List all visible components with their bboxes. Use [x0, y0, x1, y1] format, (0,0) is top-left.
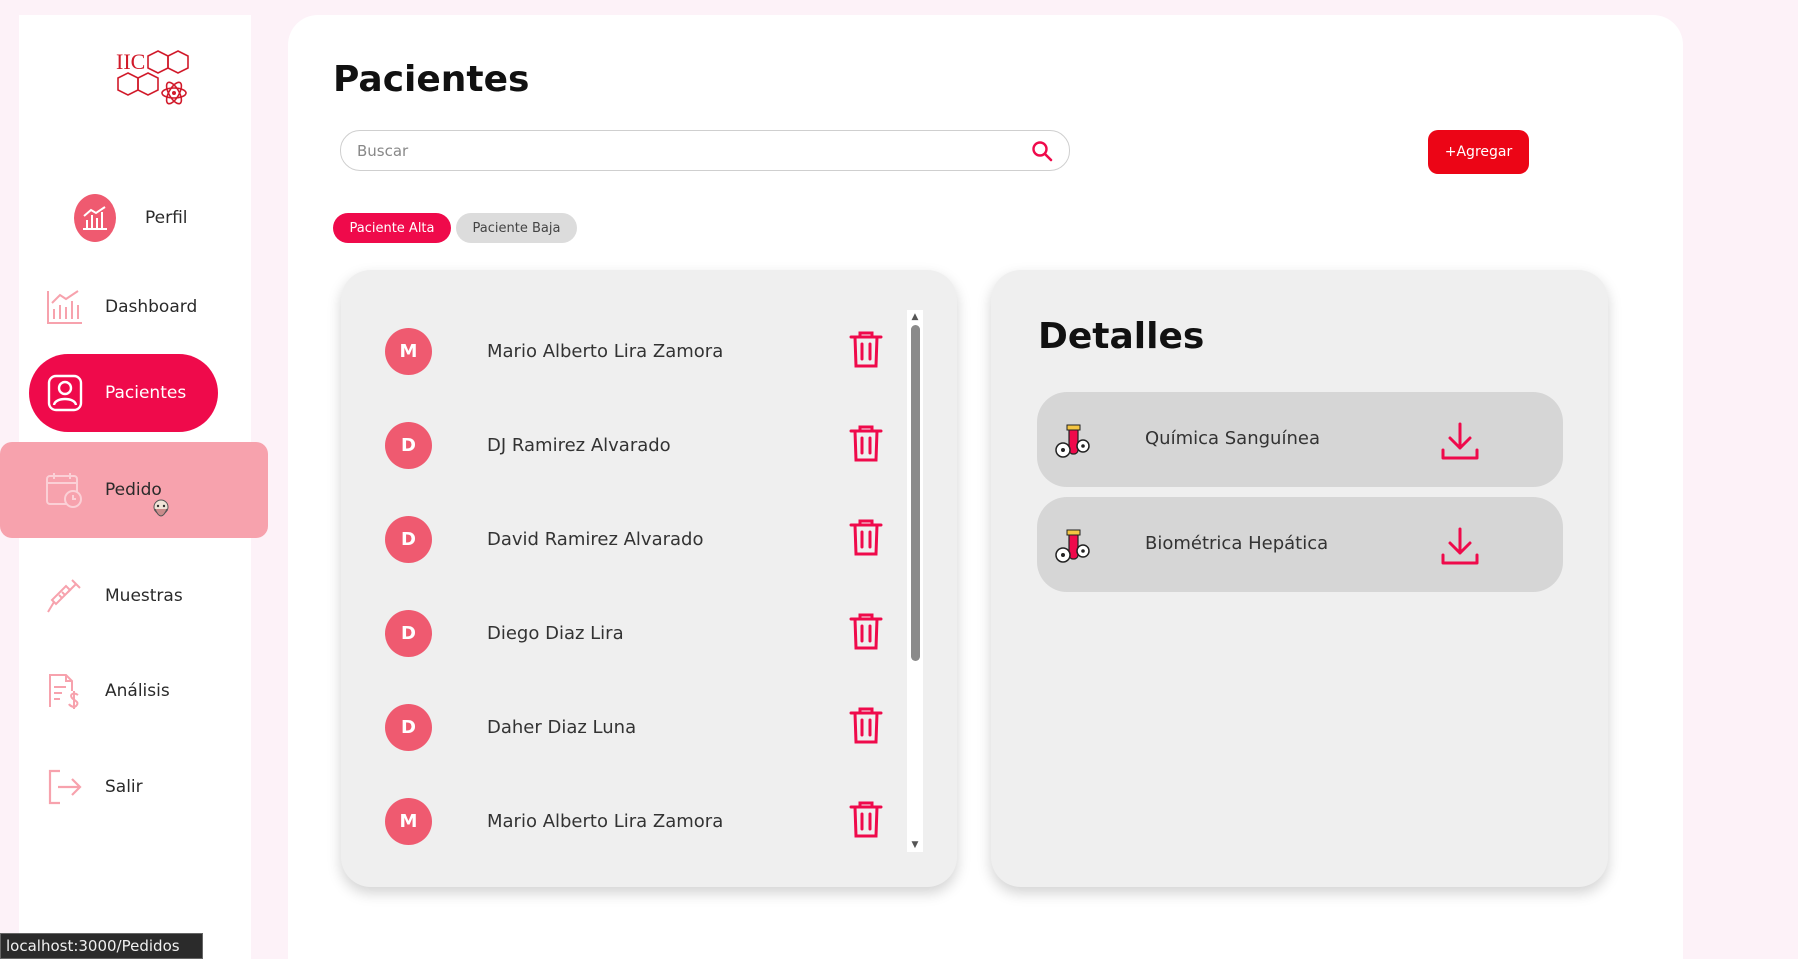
- syringe-icon: [43, 575, 85, 617]
- patient-row[interactable]: D David Ramirez Alvarado: [341, 497, 901, 577]
- patient-row[interactable]: D DJ Ramirez Alvarado: [341, 403, 901, 483]
- sidebar-item-pedido[interactable]: Pedido: [0, 442, 268, 538]
- download-icon[interactable]: [1439, 525, 1481, 567]
- sidebar-item-label: Dashboard: [105, 297, 198, 317]
- patient-name: Mario Alberto Lira Zamora: [487, 341, 724, 362]
- patient-avatar: D: [385, 610, 432, 657]
- search-bar[interactable]: [340, 130, 1070, 171]
- sidebar-item-label: Salir: [105, 777, 143, 797]
- patient-name: Daher Diaz Luna: [487, 717, 637, 738]
- patient-row[interactable]: D Daher Diaz Luna: [341, 685, 901, 765]
- main-panel: Pacientes +Agregar Paciente Alta Pacient…: [288, 15, 1683, 959]
- patient-avatar: D: [385, 422, 432, 469]
- detail-name: Química Sanguínea: [1145, 428, 1320, 449]
- sidebar-item-perfil[interactable]: Perfil: [19, 179, 251, 257]
- logo: IIC: [114, 47, 194, 127]
- patient-name: Diego Diaz Lira: [487, 623, 624, 644]
- sidebar-item-salir[interactable]: Salir: [19, 748, 251, 826]
- patient-row[interactable]: M Mario Alberto Lira Zamora: [341, 309, 901, 389]
- sidebar-item-dashboard[interactable]: Dashboard: [19, 268, 251, 346]
- patient-avatar: M: [385, 798, 432, 845]
- trash-icon[interactable]: [847, 329, 885, 369]
- chart-icon: [43, 286, 85, 328]
- scroll-up-arrow-icon[interactable]: ▲: [910, 312, 920, 322]
- patient-name: DJ Ramirez Alvarado: [487, 435, 671, 456]
- sidebar-item-muestras[interactable]: Muestras: [19, 557, 251, 635]
- calendar-clock-icon: [43, 469, 85, 511]
- trash-icon[interactable]: [847, 611, 885, 651]
- sidebar-item-label: Perfil: [145, 208, 188, 228]
- patient-row[interactable]: M Mario Alberto Lira Zamora: [341, 779, 901, 859]
- scroll-down-arrow-icon[interactable]: ▼: [910, 840, 920, 850]
- details-title: Detalles: [1038, 316, 1205, 357]
- sidebar-item-analisis[interactable]: Análisis: [19, 652, 251, 730]
- search-input[interactable]: [357, 141, 1031, 160]
- detail-name: Biométrica Hepática: [1145, 533, 1329, 554]
- detail-item[interactable]: Biométrica Hepática: [1037, 497, 1563, 592]
- filter-chip-paciente-baja[interactable]: Paciente Baja: [456, 213, 577, 243]
- download-icon[interactable]: [1439, 420, 1481, 462]
- user-card-icon: [44, 372, 86, 414]
- trash-icon[interactable]: [847, 799, 885, 839]
- search-icon[interactable]: [1031, 140, 1053, 162]
- patient-avatar: M: [385, 328, 432, 375]
- sidebar-item-label: Muestras: [105, 586, 183, 606]
- profile-chart-icon: [74, 194, 116, 242]
- scrollbar-thumb[interactable]: [911, 325, 920, 661]
- logout-icon: [43, 766, 85, 808]
- test-tube-icon: [1055, 424, 1090, 458]
- details-panel: Detalles Química Sanguínea Biométrica He…: [991, 270, 1608, 887]
- page-title: Pacientes: [333, 59, 530, 100]
- test-tube-icon: [1055, 529, 1090, 563]
- patient-name: David Ramirez Alvarado: [487, 529, 704, 550]
- sidebar-item-label: Pacientes: [105, 383, 187, 403]
- invoice-dollar-icon: [43, 670, 85, 712]
- svg-text:IIC: IIC: [116, 49, 145, 74]
- sidebar: IIC Perfil Dashboard Pacientes Pedido Mu…: [0, 15, 268, 959]
- sidebar-item-label: Análisis: [105, 681, 170, 701]
- patient-avatar: D: [385, 704, 432, 751]
- detail-item[interactable]: Química Sanguínea: [1037, 392, 1563, 487]
- cursor-icon: [149, 497, 173, 525]
- trash-icon[interactable]: [847, 517, 885, 557]
- status-bar-url: localhost:3000/Pedidos: [0, 933, 203, 959]
- scrollbar[interactable]: ▲ ▼: [907, 310, 923, 852]
- patient-row[interactable]: D Diego Diaz Lira: [341, 591, 901, 671]
- patient-avatar: D: [385, 516, 432, 563]
- trash-icon[interactable]: [847, 705, 885, 745]
- patient-name: Mario Alberto Lira Zamora: [487, 811, 724, 832]
- trash-icon[interactable]: [847, 423, 885, 463]
- add-patient-button[interactable]: +Agregar: [1428, 130, 1529, 174]
- filter-chip-paciente-alta[interactable]: Paciente Alta: [333, 213, 451, 243]
- patient-list: M Mario Alberto Lira Zamora D DJ Ramirez…: [341, 270, 957, 887]
- sidebar-item-pacientes[interactable]: Pacientes: [29, 354, 218, 432]
